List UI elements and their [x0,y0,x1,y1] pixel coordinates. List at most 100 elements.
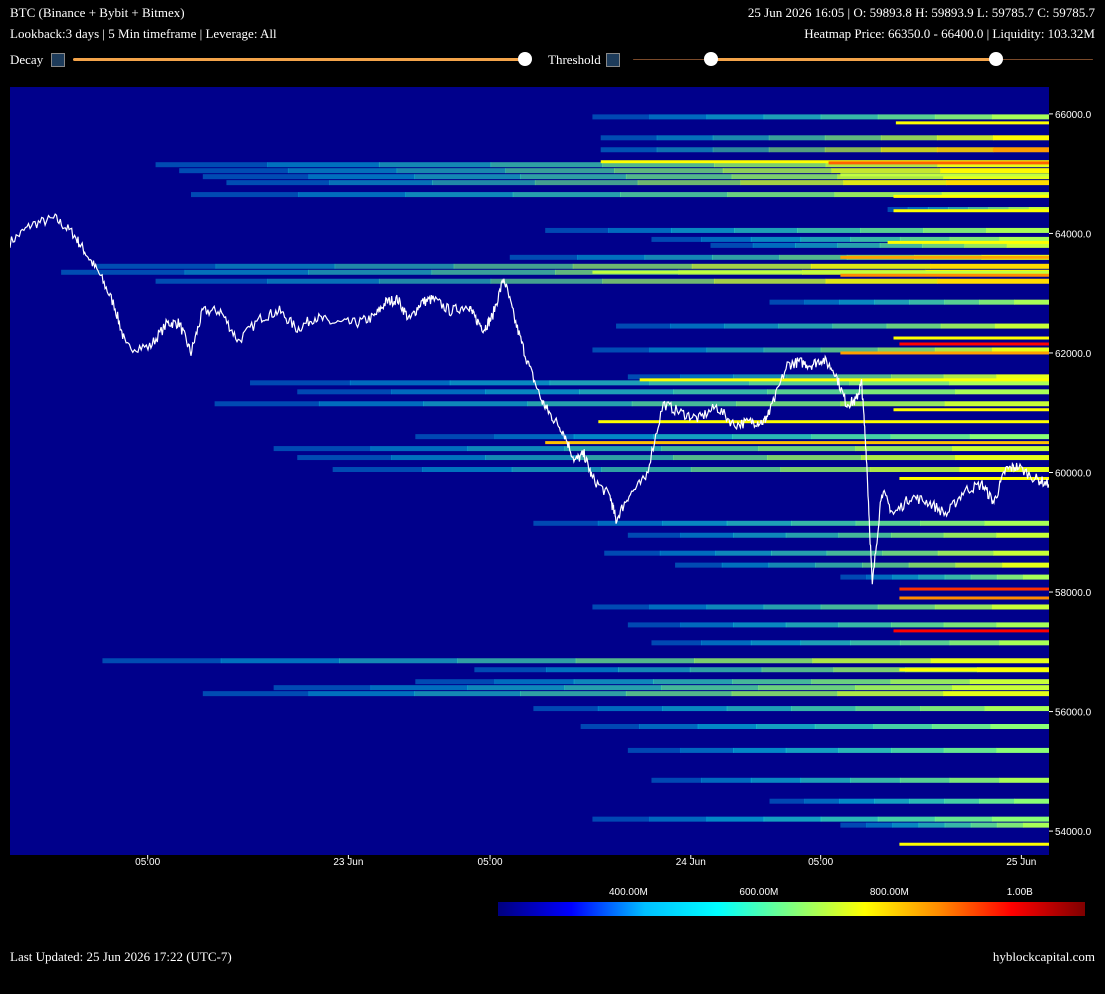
liquidity-band [768,135,826,141]
liquidity-band [597,520,663,526]
hot-liquidity-level [899,668,1049,672]
liquidity-band [918,822,946,828]
liquidity-band [814,724,874,730]
liquidity-band [732,434,812,440]
liquidity-band [250,380,351,386]
liquidity-band [592,114,651,120]
liquidity-band [970,574,998,580]
liquidity-band [726,520,792,526]
liquidity-band [673,389,768,395]
liquidity-band [837,242,881,248]
liquidity-band [993,550,1049,556]
liquidity-band [756,724,816,730]
liquidity-band [179,168,289,174]
hot-liquidity-level [887,240,1049,244]
hot-liquidity-level [592,270,1049,274]
liquidity-band [815,562,863,568]
liquidity-band [934,114,993,120]
liquidity-band [763,114,822,120]
liquidity-band [992,147,1049,153]
liquidity-band [999,640,1049,646]
liquidity-band [952,685,1049,691]
liquidity-band [767,389,862,395]
liquidity-band [474,667,547,673]
liquidity-band [467,685,565,691]
liquidity-band [996,622,1049,628]
liquidity-band [592,816,651,822]
liquidity-band [994,323,1049,329]
liquidity-band [415,679,496,685]
liquidity-band [804,798,840,804]
liquidity-band [937,550,994,556]
liquidity-band [840,574,867,580]
x-tick-label: 05:00 [808,857,833,868]
liquidity-band [944,299,980,305]
liquidity-band [785,532,839,538]
liquidity-band [820,604,879,610]
liquidation-heatmap[interactable]: 54000.0 56000.0 58000.0 60000.0 62000.0 64000… [0,0,1105,920]
liquidity-band [1002,562,1049,568]
liquidity-band [662,706,728,712]
liquidity-band [733,532,787,538]
colorbar-tick-label: 800.00M [870,887,909,898]
liquidity-band [490,162,603,168]
liquidity-band [625,691,733,697]
liquidity-band [298,192,406,198]
liquidity-band [649,604,708,610]
liquidity-band [662,520,728,526]
hot-liquidity-level [899,596,1049,600]
liquidity-band [811,434,892,440]
liquidity-band [627,532,681,538]
liquidity-band [577,254,646,260]
liquidity-band [712,147,770,153]
liquidity-band [855,446,953,452]
liquidity-band [934,604,993,610]
liquidity-band [810,263,931,269]
liquidity-band [652,679,733,685]
liquidity-band [604,550,661,556]
liquidity-band [752,242,796,248]
liquidity-band [509,254,578,260]
liquidity-band [485,389,580,395]
liquidity-band [649,816,708,822]
liquidity-band [644,254,713,260]
liquidity-band [202,174,310,180]
liquidity-band [545,227,609,233]
liquidity-band [791,706,857,712]
liquidity-band [920,706,986,712]
liquidity-band [791,520,857,526]
liquidity-band [671,227,735,233]
colorbar-tick-label: 600.00M [739,887,778,898]
liquidity-band [579,455,674,461]
liquidity-band [937,278,1049,284]
liquidity-band [862,562,910,568]
liquidity-band [670,323,725,329]
liquidity-band [996,532,1049,538]
liquidity-band [652,434,733,440]
liquidity-band [899,777,951,783]
liquidity-band [970,822,998,828]
liquidity-band [882,550,939,556]
liquidity-band [267,278,380,284]
liquidity-band [155,278,268,284]
liquidity-band [287,168,398,174]
colorbar-tick-label: 400.00M [609,887,648,898]
liquidity-band [423,401,529,407]
liquidity-band [909,798,945,804]
liquidity-band [706,347,765,353]
liquidity-band [639,724,699,730]
liquidity-band [931,724,991,730]
liquidity-band [850,640,901,646]
liquidity-band [944,822,972,828]
hot-liquidity-level [893,629,1049,633]
liquidity-band [680,622,734,628]
liquidity-band [592,347,651,353]
brand-link[interactable]: hyblockcapital.com [993,949,1095,965]
liquidity-band [726,706,792,712]
liquidity-band [649,114,708,120]
liquidity-band [797,227,861,233]
liquidity-band [984,520,1049,526]
liquidity-band [564,685,662,691]
liquidity-band [880,135,938,141]
liquidity-band [533,706,599,712]
